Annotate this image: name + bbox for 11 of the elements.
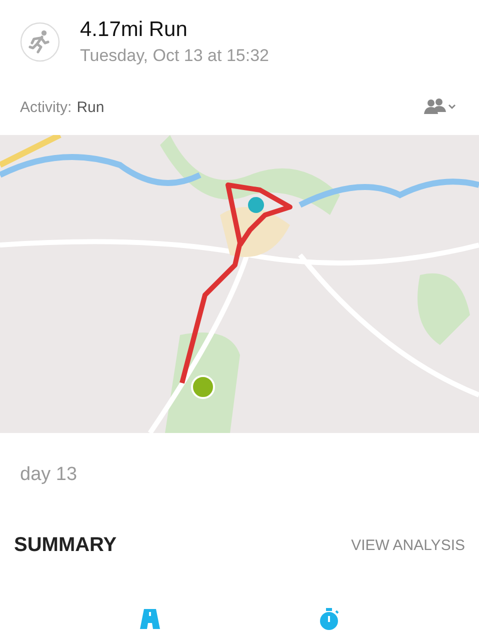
activity-date: Tuesday, Oct 13 at 15:32 bbox=[80, 46, 270, 66]
road-icon bbox=[138, 607, 162, 631]
runner-icon bbox=[20, 22, 60, 62]
activity-title: 4.17mi Run bbox=[80, 18, 188, 42]
view-analysis-link[interactable]: VIEW ANALYSIS bbox=[351, 537, 465, 554]
activity-label: Activity: bbox=[20, 98, 72, 116]
activity-description: day 13 bbox=[19, 463, 78, 486]
activity-type: Run bbox=[76, 98, 104, 116]
stopwatch-icon bbox=[317, 607, 342, 631]
people-dropdown-icon[interactable] bbox=[423, 97, 457, 117]
summary-heading: SUMMARY bbox=[14, 534, 117, 557]
